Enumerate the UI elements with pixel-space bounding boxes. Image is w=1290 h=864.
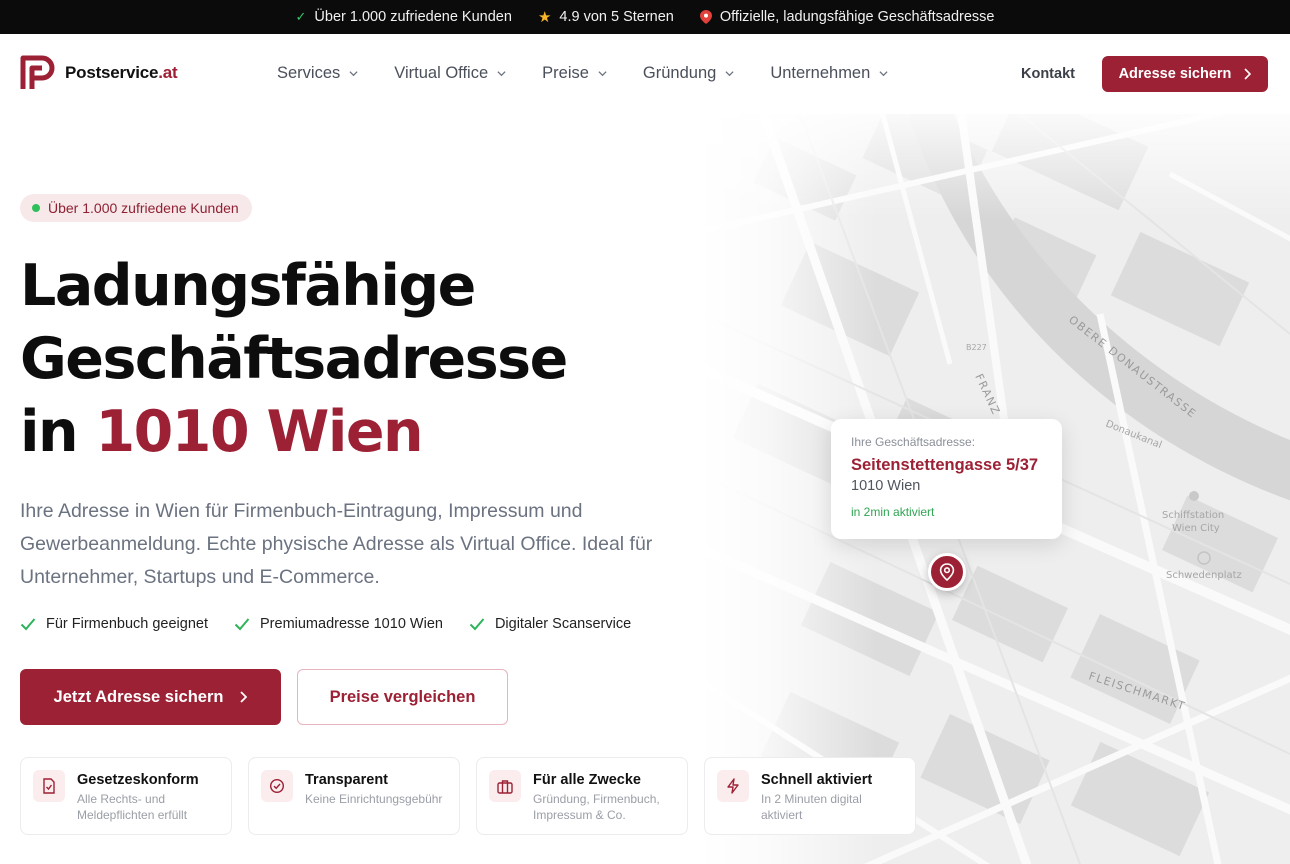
lightning-icon [717, 770, 749, 802]
adresse-sichern-button[interactable]: Adresse sichern [1102, 56, 1268, 92]
chevron-right-icon [240, 691, 248, 703]
feature-item: Für Firmenbuch geeignet [20, 616, 208, 632]
logo-mark-icon [20, 55, 55, 89]
topbar-item-rating: ★ 4.9 von 5 Sternen [538, 8, 674, 26]
topbar-item-customers: ✓ Über 1.000 zufriedene Kunden [296, 9, 512, 25]
topbar-text: 4.9 von 5 Sternen [559, 9, 674, 25]
document-check-icon [33, 770, 65, 802]
map-marker[interactable] [928, 553, 966, 591]
chevron-right-icon [1244, 68, 1252, 80]
check-icon [469, 618, 485, 631]
feature-label: Digitaler Scanservice [494, 616, 632, 632]
benefit-title: Für alle Zwecke [533, 772, 641, 788]
kontakt-link[interactable]: Kontakt [1021, 66, 1075, 82]
benefit-cards: Gesetzeskonform Alle Rechts- und Meldepf… [20, 757, 916, 835]
benefit-text: Transparent Keine Einrichtungsgebühr [305, 770, 442, 822]
nav-item-label: Services [277, 64, 341, 82]
map-label-schwedenplatz: Schwedenplatz [1166, 570, 1242, 581]
nav-menu: Services Virtual Office Preise Gründung … [277, 64, 888, 83]
benefit-desc: Alle Rechts- und Meldepflichten erfüllt [77, 792, 188, 822]
nav-item-label: Unternehmen [770, 64, 871, 82]
button-label: Jetzt Adresse sichern [53, 687, 224, 706]
logo-text: Postservice.at [65, 63, 178, 83]
benefit-title: Gesetzeskonform [77, 772, 199, 788]
chevron-down-icon [497, 71, 506, 77]
circle-check-icon [261, 770, 293, 802]
feature-label: Premiumadresse 1010 Wien [260, 616, 443, 632]
nav-item-gruendung[interactable]: Gründung [643, 64, 734, 83]
nav-item-preise[interactable]: Preise [542, 64, 607, 83]
feature-label: Für Firmenbuch geeignet [46, 616, 208, 632]
benefit-card: Für alle Zwecke Gründung, Firmenbuch, Im… [476, 757, 688, 835]
benefit-title: Transparent [305, 772, 388, 788]
pin-icon [699, 10, 712, 24]
customers-badge: Über 1.000 zufriedene Kunden [20, 194, 252, 222]
feature-list: Für Firmenbuch geeignet Premiumadresse 1… [20, 616, 631, 632]
benefit-desc: Gründung, Firmenbuch, Impressum & Co. [533, 792, 660, 822]
feature-item: Digitaler Scanservice [469, 616, 631, 632]
nav-item-label: Preise [542, 64, 589, 82]
topbar-text: Offizielle, ladungsfähige Geschäftsadres… [719, 9, 995, 25]
check-icon [234, 618, 250, 631]
benefit-desc: Keine Einrichtungsgebühr [305, 792, 443, 806]
address-card: Ihre Geschäftsadresse: Seitenstettengass… [831, 419, 1062, 539]
check-icon: ✓ [295, 9, 307, 24]
topbar-item-address: Offizielle, ladungsfähige Geschäftsadres… [699, 9, 995, 25]
benefit-text: Für alle Zwecke Gründung, Firmenbuch, Im… [533, 770, 675, 822]
benefit-text: Schnell aktiviert In 2 Minuten digital a… [761, 770, 903, 822]
hero-title-line2: Geschäftsadresse [20, 326, 568, 392]
badge-text: Über 1.000 zufriedene Kunden [48, 200, 239, 216]
location-pin-icon [939, 563, 955, 581]
activation-status: in 2min aktiviert [851, 505, 935, 519]
map-label-wien-city: Wien City [1172, 523, 1220, 534]
hero-title-line1: Ladungsfähige [20, 253, 476, 319]
nav-item-label: Virtual Office [394, 64, 489, 82]
benefit-card: Schnell aktiviert In 2 Minuten digital a… [704, 757, 916, 835]
logo-tld: .at [158, 63, 178, 82]
nav-item-virtual-office[interactable]: Virtual Office [394, 64, 506, 83]
map-label-schiffstation: Schiffstation [1162, 510, 1224, 521]
chevron-down-icon [725, 71, 734, 77]
address-city: 1010 Wien [851, 478, 921, 494]
hero-title-prefix: in [20, 399, 96, 465]
address-street: Seitenstettengasse 5/37 [851, 456, 1039, 474]
preise-vergleichen-button[interactable]: Preise vergleichen [297, 669, 508, 725]
nav-item-services[interactable]: Services [277, 64, 358, 83]
benefit-title: Schnell aktiviert [761, 772, 873, 788]
chevron-down-icon [349, 71, 358, 77]
address-label: Ihre Geschäftsadresse: [851, 435, 976, 449]
jetzt-adresse-sichern-button[interactable]: Jetzt Adresse sichern [20, 669, 281, 725]
benefit-desc: In 2 Minuten digital aktiviert [761, 792, 862, 822]
cta-label: Adresse sichern [1118, 66, 1232, 82]
check-icon [20, 618, 36, 631]
hero-title: Ladungsfähige Geschäftsadresse in 1010 W… [20, 250, 700, 469]
top-announcement-bar: ✓ Über 1.000 zufriedene Kunden ★ 4.9 von… [0, 0, 1290, 34]
benefit-text: Gesetzeskonform Alle Rechts- und Meldepf… [77, 770, 219, 822]
nav-item-label: Gründung [642, 64, 717, 82]
nav-item-unternehmen[interactable]: Unternehmen [770, 64, 888, 83]
chevron-down-icon [879, 71, 888, 77]
star-icon: ★ [537, 9, 552, 26]
map-label-b227: B227 [966, 343, 987, 352]
topbar-text: Über 1.000 zufriedene Kunden [314, 9, 512, 25]
benefit-card: Gesetzeskonform Alle Rechts- und Meldepf… [20, 757, 232, 835]
logo-name: Postservice [65, 63, 159, 82]
logo[interactable]: Postservice.at [20, 55, 178, 91]
feature-item: Premiumadresse 1010 Wien [234, 616, 443, 632]
main-navigation: Postservice.at Services Virtual Office P… [0, 34, 1290, 114]
benefit-card: Transparent Keine Einrichtungsgebühr [248, 757, 460, 835]
briefcase-icon [489, 770, 521, 802]
status-dot [32, 204, 40, 212]
hero-title-line3: in 1010 Wien [20, 396, 700, 469]
chevron-down-icon [598, 71, 607, 77]
button-label: Preise vergleichen [329, 687, 476, 706]
hero-description: Ihre Adresse in Wien für Firmenbuch-Eint… [20, 500, 653, 588]
hero-title-accent: 1010 Wien [95, 399, 423, 465]
